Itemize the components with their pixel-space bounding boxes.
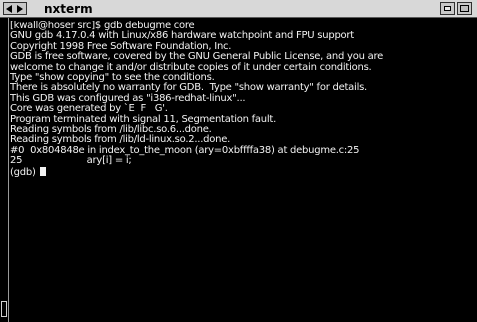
minimize-icon	[444, 6, 451, 11]
window-menu-button[interactable]	[3, 2, 27, 15]
window-title: nxterm	[44, 2, 93, 16]
terminal-output[interactable]: [kwall@hoser src]$ gdb debugme core GNU …	[10, 21, 474, 319]
maximize-icon	[460, 5, 469, 12]
text-cursor	[39, 166, 46, 176]
scrollbar[interactable]	[0, 18, 9, 322]
maximize-button[interactable]	[457, 2, 472, 15]
gdb-prompt: (gdb)	[10, 166, 39, 178]
scrollbar-thumb[interactable]	[1, 301, 7, 317]
terminal-window: nxterm [kwall@hoser src]$ gdb debugme co…	[0, 0, 477, 322]
right-arrow-icon	[17, 5, 23, 13]
terminal-line: 25 ary[i] = i;	[10, 155, 132, 167]
left-arrow-icon	[6, 5, 12, 13]
title-bar[interactable]: nxterm	[0, 0, 477, 18]
minimize-button[interactable]	[440, 2, 455, 15]
prompt-line[interactable]: (gdb)	[10, 166, 474, 178]
